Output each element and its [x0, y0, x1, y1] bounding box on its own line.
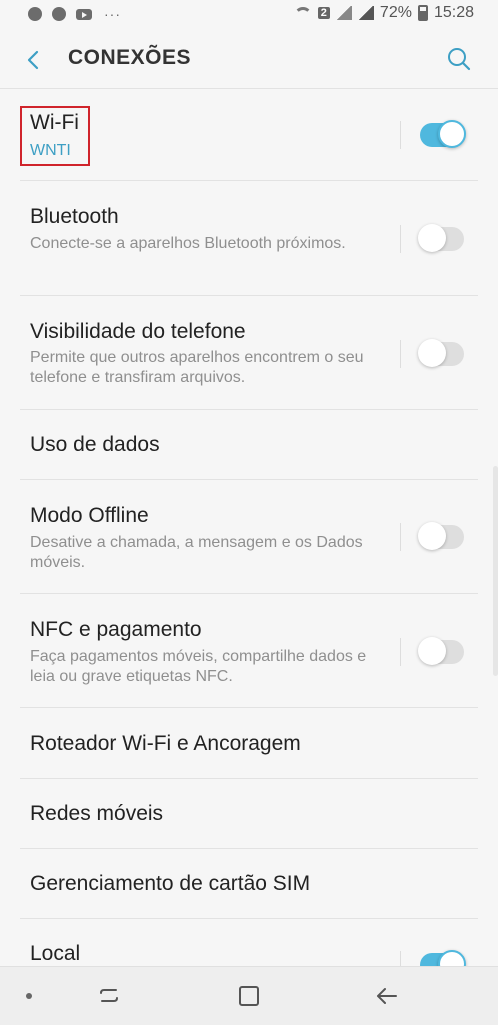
item-title: Local [30, 942, 81, 965]
back-nav-button[interactable] [372, 981, 402, 1011]
chrome-icon [52, 7, 66, 21]
item-title: Visibilidade do telefone [30, 320, 246, 343]
list-item-data-usage[interactable]: Uso de dados [0, 410, 498, 480]
youtube-icon [76, 8, 92, 20]
item-subtitle: Conecte-se a aparelhos Bluetooth próximo… [30, 235, 346, 252]
home-icon [239, 986, 259, 1006]
search-icon [448, 48, 471, 71]
list-item-mobile-networks[interactable]: Redes móveis [0, 779, 498, 849]
list-item-nfc[interactable]: NFC e pagamento Faça pagamentos móveis, … [0, 594, 498, 708]
item-title: Modo Offline [30, 504, 149, 527]
back-arrow-icon [377, 988, 397, 1004]
navigation-bar [0, 966, 498, 1025]
recent-apps-button[interactable] [94, 981, 124, 1011]
scrollbar[interactable] [493, 466, 498, 676]
more-notifications-icon: ··· [104, 6, 121, 22]
wifi-toggle[interactable] [420, 120, 466, 148]
divider [400, 121, 401, 149]
signal-icon [357, 6, 374, 20]
divider [400, 523, 401, 551]
wifi-badge: 2 [317, 7, 330, 19]
wifi-signal-icon [294, 6, 312, 20]
bluetooth-toggle[interactable] [418, 224, 464, 252]
dot-icon [26, 993, 32, 999]
nfc-toggle[interactable] [418, 637, 464, 665]
back-button[interactable] [20, 46, 48, 74]
item-subtitle: Faça pagamentos móveis, compartilhe dado… [30, 648, 367, 685]
search-button[interactable] [444, 44, 474, 74]
list-item-hotspot[interactable]: Roteador Wi-Fi e Ancoragem [0, 708, 498, 779]
list-item-sim-management[interactable]: Gerenciamento de cartão SIM [0, 849, 498, 919]
list-item-offline-mode[interactable]: Modo Offline Desative a chamada, a mensa… [0, 480, 498, 594]
divider [400, 638, 401, 666]
list-item-bluetooth[interactable]: Bluetooth Conecte-se a aparelhos Bluetoo… [0, 181, 498, 296]
page-title: CONEXÕES [68, 46, 192, 69]
item-title: Bluetooth [30, 205, 119, 228]
offline-mode-toggle[interactable] [418, 522, 464, 550]
battery-icon [417, 5, 428, 21]
item-title: Uso de dados [30, 433, 160, 456]
signal-icon [335, 6, 352, 20]
item-subtitle: Desative a chamada, a mensagem e os Dado… [30, 534, 363, 571]
divider [400, 225, 401, 253]
divider [400, 340, 401, 368]
chrome-icon [28, 7, 42, 21]
home-button[interactable] [234, 981, 264, 1011]
highlight-box [20, 106, 90, 166]
recent-apps-icon [100, 989, 118, 1002]
app-header: CONEXÕES [0, 32, 498, 88]
clock: 15:28 [433, 4, 474, 21]
item-title: Roteador Wi-Fi e Ancoragem [30, 732, 301, 755]
status-bar: ··· 2 72% 15:28 [0, 0, 498, 32]
list-item-visibility[interactable]: Visibilidade do telefone Permite que out… [0, 296, 498, 410]
item-title: Gerenciamento de cartão SIM [30, 872, 311, 895]
item-title: NFC e pagamento [30, 618, 202, 641]
battery-percent: 72% [379, 4, 412, 21]
visibility-toggle[interactable] [418, 339, 464, 367]
item-title: Redes móveis [30, 802, 164, 825]
item-subtitle: Permite que outros aparelhos encontrem o… [30, 349, 364, 386]
chevron-left-icon [27, 50, 39, 70]
